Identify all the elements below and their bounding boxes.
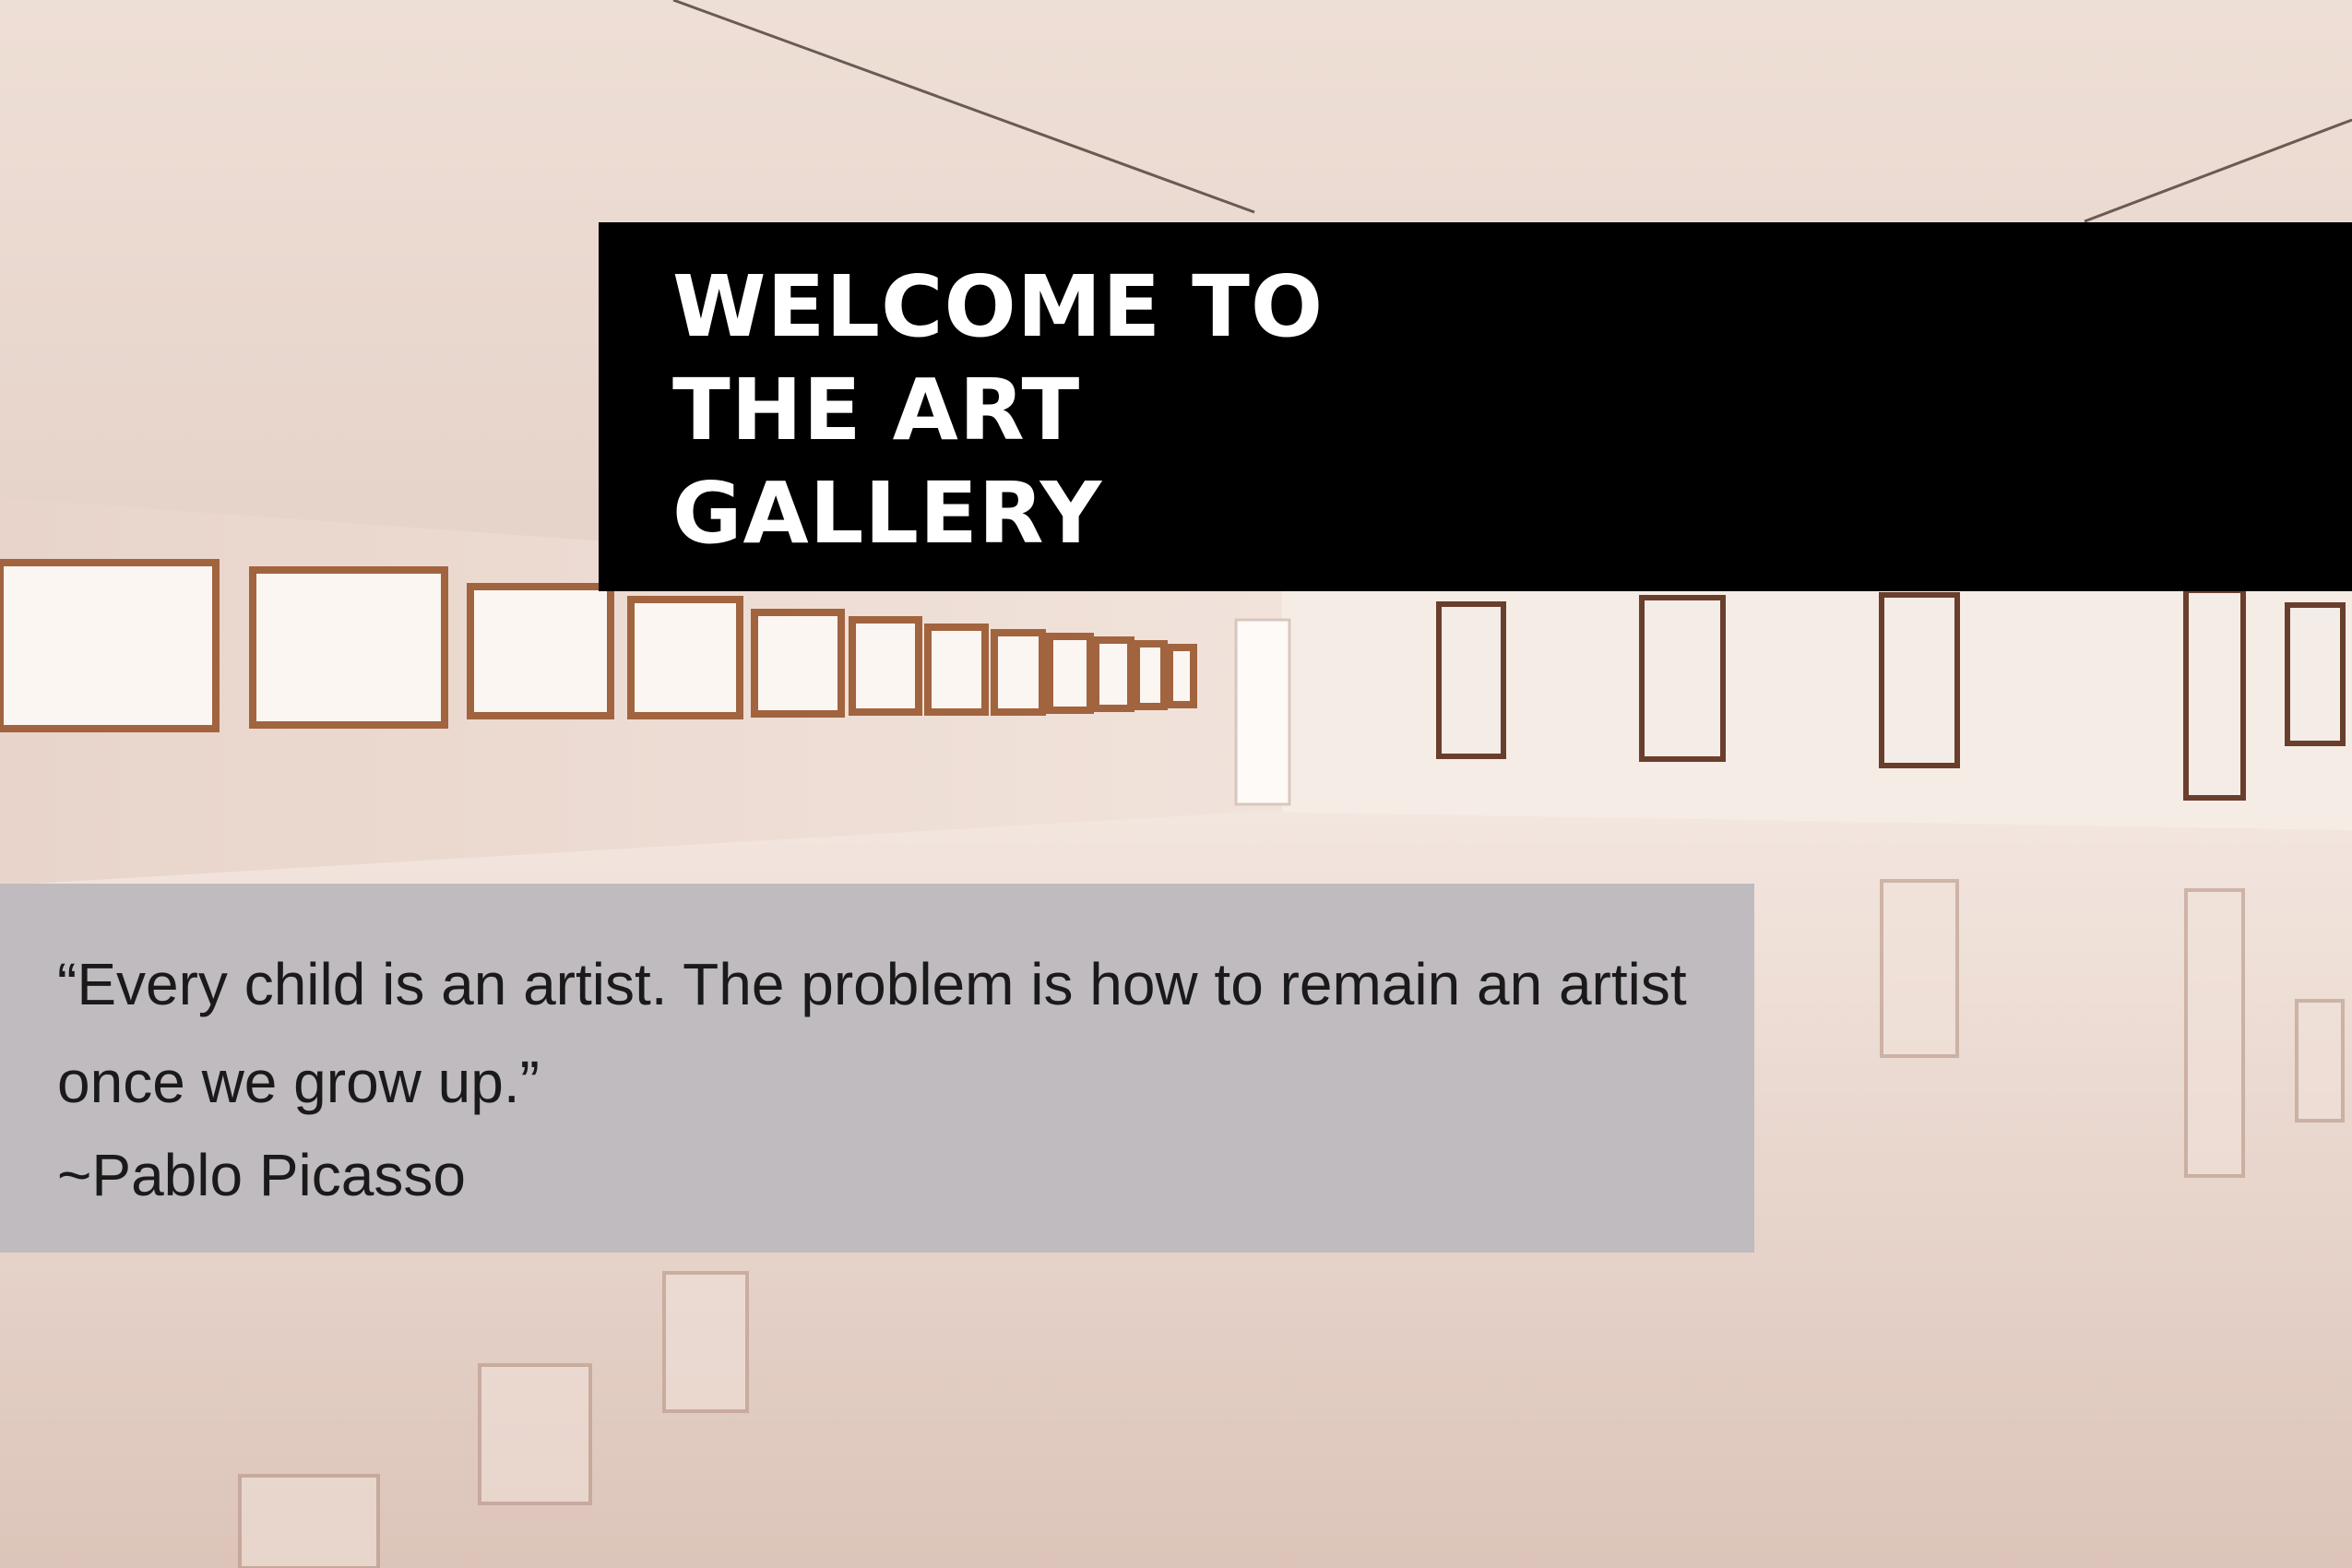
quote-box: “Every child is an artist. The problem i… — [0, 884, 1754, 1253]
quote-text: “Every child is an artist. The problem i… — [57, 951, 1687, 1115]
page-title: WELCOME TO THE ART GALLERY — [672, 257, 1324, 563]
poster: WELCOME TO THE ART GALLERY “Every child … — [0, 0, 2352, 1568]
title-banner: WELCOME TO THE ART GALLERY — [599, 222, 2352, 591]
quote-author: ~Pablo Picasso — [57, 1142, 466, 1208]
